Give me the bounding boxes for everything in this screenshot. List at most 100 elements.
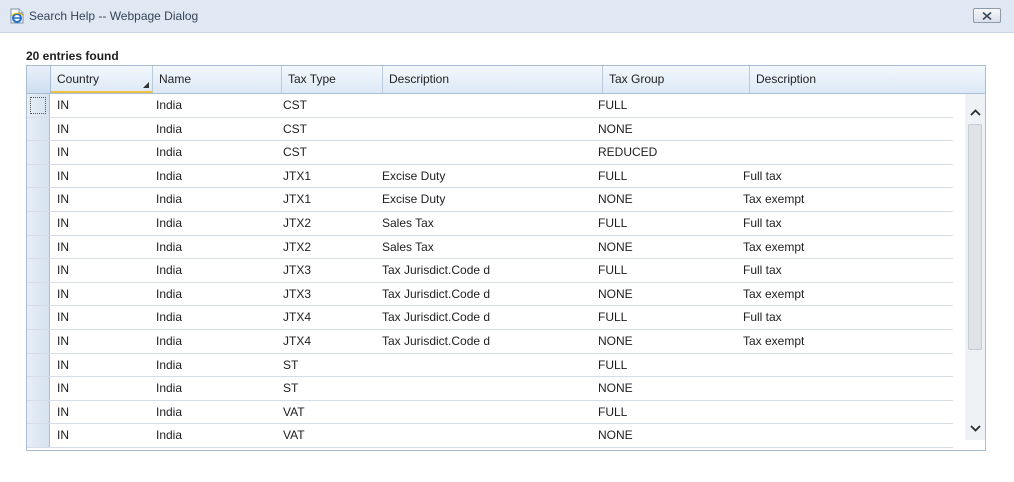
cell-tax-group: FULL <box>598 357 628 372</box>
cell-description: Excise Duty <box>382 168 446 183</box>
cell-tax-group: REDUCED <box>598 145 658 160</box>
row-selector[interactable] <box>27 141 50 164</box>
cell-tax-group: FULL <box>598 404 628 419</box>
scroll-thumb[interactable] <box>968 124 982 350</box>
cell-description: Sales Tax <box>382 239 434 254</box>
column-header-tax-type[interactable]: Tax Type <box>282 66 383 93</box>
table-row[interactable]: IN India VAT FULL <box>27 400 953 425</box>
table-row[interactable]: IN India JTX2 Sales Tax FULL Full tax <box>27 212 953 236</box>
column-header-description[interactable]: Description <box>383 66 603 93</box>
column-header-tax-group[interactable]: Tax Group <box>603 66 750 93</box>
cell-name: India <box>156 145 183 160</box>
cell-description: Tax Jurisdict.Code d <box>382 310 491 325</box>
cell-tax-group: FULL <box>598 216 628 230</box>
cell-name: India <box>156 357 183 372</box>
cell-tax-type: JTX4 <box>283 334 312 348</box>
cell-description <box>382 354 592 377</box>
row-selector[interactable] <box>27 353 50 377</box>
cell-country: IN <box>57 310 69 325</box>
cell-name: India <box>156 239 183 254</box>
cell-tax-group: NONE <box>598 334 633 348</box>
cell-tax-group: NONE <box>598 239 633 254</box>
cell-description <box>382 118 592 141</box>
cell-name: India <box>156 334 183 348</box>
cell-group-description <box>743 94 943 117</box>
row-selector[interactable] <box>27 400 50 424</box>
cell-group-description: Full tax <box>743 263 782 278</box>
column-header-label: Description <box>389 72 450 86</box>
table-row[interactable]: IN India VAT NONE <box>27 424 953 448</box>
cell-name: India <box>156 168 183 183</box>
row-selector[interactable] <box>27 117 50 141</box>
cell-country: IN <box>57 121 69 136</box>
row-selector[interactable] <box>27 94 50 117</box>
row-selector[interactable] <box>27 377 50 400</box>
grid-header-row: Country Name Tax Type Description Tax Gr… <box>27 66 985 94</box>
cell-name: India <box>156 121 183 136</box>
row-selector[interactable] <box>27 188 50 211</box>
table-row[interactable]: IN India CST REDUCED <box>27 141 953 165</box>
column-header-group-description[interactable]: Description <box>750 66 985 93</box>
cell-country: IN <box>57 98 69 112</box>
cell-country: IN <box>57 381 69 396</box>
row-selector[interactable] <box>27 259 50 282</box>
cell-description <box>382 141 592 164</box>
vertical-scrollbar[interactable] <box>965 94 985 440</box>
close-button[interactable] <box>973 8 1001 23</box>
cell-description: Tax Jurisdict.Code d <box>382 286 491 301</box>
cell-group-description <box>743 377 943 400</box>
cell-tax-type: CST <box>283 121 307 136</box>
cell-tax-group: FULL <box>598 168 628 183</box>
cell-tax-type: JTX2 <box>283 239 312 254</box>
cell-name: India <box>156 192 183 207</box>
cell-name: India <box>156 263 183 278</box>
cell-group-description <box>743 118 943 141</box>
cell-group-description: Tax exempt <box>743 334 805 348</box>
select-all-cell[interactable] <box>27 66 51 93</box>
cell-tax-group: NONE <box>598 428 633 443</box>
sort-indicator-icon <box>143 82 149 88</box>
table-row[interactable]: IN India ST NONE <box>27 377 953 401</box>
row-selector[interactable] <box>27 424 50 447</box>
table-row[interactable]: IN India JTX3 Tax Jurisdict.Code d FULL Full … <box>27 259 953 283</box>
cell-tax-group: NONE <box>598 286 633 301</box>
row-selector[interactable] <box>27 212 50 235</box>
results-grid: Country Name Tax Type Description Tax Gr… <box>26 65 986 451</box>
cell-tax-group: NONE <box>598 381 633 396</box>
table-row[interactable]: IN India JTX2 Sales Tax NONE Tax exempt <box>27 235 953 260</box>
cell-country: IN <box>57 428 69 443</box>
cell-country: IN <box>57 404 69 419</box>
cell-country: IN <box>57 286 69 301</box>
chevron-down-icon <box>969 424 981 432</box>
scroll-up-button[interactable] <box>965 102 985 122</box>
table-row[interactable]: IN India JTX1 Excise Duty NONE Tax exempt <box>27 188 953 212</box>
cell-group-description: Tax exempt <box>743 192 805 207</box>
row-selector[interactable] <box>27 306 50 329</box>
cell-country: IN <box>57 216 69 230</box>
cell-country: IN <box>57 168 69 183</box>
cell-group-description <box>743 401 943 424</box>
close-icon <box>982 11 992 20</box>
scroll-down-button[interactable] <box>965 418 985 438</box>
column-header-country[interactable]: Country <box>51 66 153 93</box>
table-row[interactable]: IN India JTX4 Tax Jurisdict.Code d FULL Full … <box>27 306 953 330</box>
cell-name: India <box>156 216 183 230</box>
row-selector[interactable] <box>27 164 50 188</box>
cell-country: IN <box>57 357 69 372</box>
row-selector[interactable] <box>27 330 50 353</box>
table-row[interactable]: IN India ST FULL <box>27 353 953 378</box>
cell-group-description: Full tax <box>743 216 782 230</box>
table-row[interactable]: IN India JTX1 Excise Duty FULL Full tax <box>27 164 953 189</box>
column-header-name[interactable]: Name <box>153 66 282 93</box>
column-header-label: Tax Group <box>609 72 665 86</box>
table-row[interactable]: IN India JTX4 Tax Jurisdict.Code d NONE Tax e… <box>27 330 953 354</box>
row-selector[interactable] <box>27 235 50 259</box>
cell-group-description: Full tax <box>743 310 782 325</box>
table-row[interactable]: IN India CST NONE <box>27 117 953 142</box>
table-row[interactable]: IN India CST FULL <box>27 94 953 118</box>
row-selector[interactable] <box>27 282 50 306</box>
cell-group-description <box>743 424 943 447</box>
table-row[interactable]: IN India JTX3 Tax Jurisdict.Code d NONE Tax e… <box>27 282 953 307</box>
column-header-label: Description <box>756 72 817 86</box>
cell-country: IN <box>57 263 69 278</box>
